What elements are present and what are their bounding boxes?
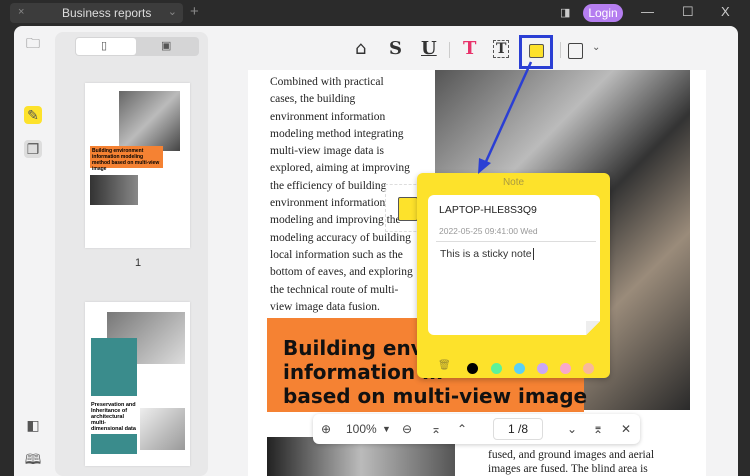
maximize-button[interactable]: ☐ (682, 4, 694, 20)
navigation-bar: ⊕ 100% ▼ ⊖ ⌅ ⌃ 1 /8 ⌄ ⌆ ✕ (313, 414, 640, 444)
last-page-icon[interactable]: ⌆ (593, 422, 603, 436)
zoom-level[interactable]: 100% (346, 422, 377, 436)
zoom-dropdown-icon[interactable]: ▼ (382, 424, 391, 434)
close-tab-icon[interactable]: × (18, 6, 24, 18)
zoom-out-icon[interactable]: ⊖ (402, 422, 412, 436)
close-window-button[interactable]: X (721, 4, 730, 19)
previous-page-icon[interactable]: ⌃ (457, 422, 467, 436)
document-tab[interactable]: × Business reports ⌄ (10, 3, 183, 23)
first-page-icon[interactable]: ⌅ (431, 422, 441, 436)
next-page-icon[interactable]: ⌄ (567, 422, 577, 436)
zoom-in-icon[interactable]: ⊕ (321, 422, 331, 436)
close-bar-icon[interactable]: ✕ (621, 422, 631, 436)
panel-toggle-icon[interactable]: ◨ (560, 6, 570, 19)
tab-title: Business reports (62, 6, 152, 20)
chevron-down-icon[interactable]: ⌄ (168, 5, 177, 18)
minimize-button[interactable]: — (641, 4, 654, 19)
login-button[interactable]: Login (583, 4, 623, 22)
pointer-arrow (478, 61, 533, 174)
app-window: 🗀 ✎ ❐ ◧ 🕮 ▯ ▣ Building environment infor… (14, 26, 738, 476)
new-tab-button[interactable]: + (190, 3, 199, 20)
page-input[interactable]: 1 /8 (493, 418, 543, 440)
